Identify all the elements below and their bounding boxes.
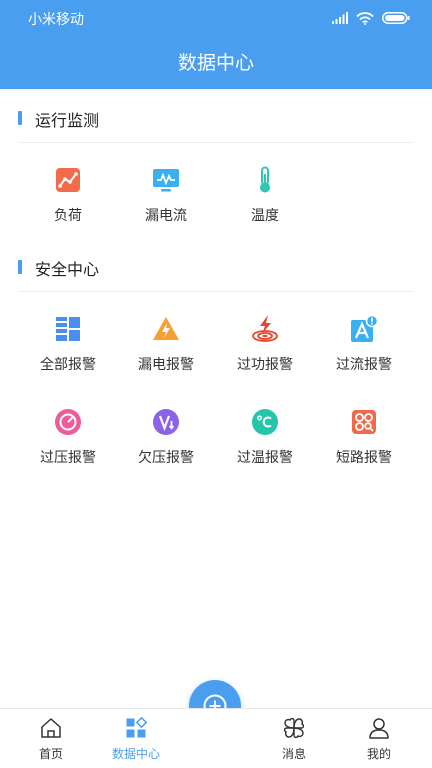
grid-item-overvoltage-alarm[interactable]: 过压报警 <box>18 408 118 478</box>
monitor-wave-icon <box>153 169 179 192</box>
grid-item-label: 欠压报警 <box>138 450 194 466</box>
section-header-safety: 安全中心 <box>18 246 414 292</box>
grid-item-label: 漏电报警 <box>138 357 194 373</box>
signal-icon <box>332 12 348 24</box>
tab-label: 首页 <box>38 747 63 761</box>
grid-item-undervoltage-alarm[interactable]: 欠压报警 <box>116 408 216 478</box>
data-center-icon <box>126 717 147 738</box>
app-header: 小米移动 数据中心 <box>0 0 432 89</box>
grid-item-overpower-alarm[interactable]: 过功报警 <box>215 315 315 385</box>
grid-item-label: 过温报警 <box>237 450 293 466</box>
thermometer-icon <box>260 166 270 193</box>
grid-item-all-alarms[interactable]: 全部报警 <box>18 315 118 385</box>
grid-item-overcurrent-alarm[interactable]: 过流报警 <box>314 315 414 385</box>
grid-item-label: 全部报警 <box>40 357 96 373</box>
battery-icon <box>382 12 410 24</box>
grid-item-temperature[interactable]: 温度 <box>215 166 315 236</box>
warning-triangle-icon <box>153 317 179 340</box>
section-title-monitoring: 运行监测 <box>35 111 100 130</box>
message-clover-icon <box>283 717 305 739</box>
grid-item-label: 负荷 <box>54 208 82 224</box>
grid-item-leakage-current[interactable]: 漏电流 <box>116 166 216 236</box>
grid-item-label: 过流报警 <box>336 357 392 373</box>
gauge-icon <box>55 409 81 435</box>
user-icon <box>369 718 389 739</box>
grid-item-leakage-alarm[interactable]: 漏电报警 <box>116 315 216 385</box>
lightning-target-icon <box>252 315 278 342</box>
tab-data-center[interactable]: 数据中心 <box>96 709 176 768</box>
celsius-icon <box>252 409 278 435</box>
tab-messages[interactable]: 消息 <box>254 709 334 768</box>
current-alert-icon <box>351 315 378 342</box>
section-header-monitoring: 运行监测 <box>18 97 414 143</box>
grid-item-label: 过压报警 <box>40 450 96 466</box>
home-icon <box>41 718 61 738</box>
grid-item-short-circuit-alarm[interactable]: 短路报警 <box>314 408 414 478</box>
short-circuit-icon <box>352 410 376 434</box>
page-title: 数据中心 <box>177 52 254 74</box>
grid-item-load[interactable]: 负荷 <box>18 166 118 236</box>
grid-item-label: 温度 <box>251 208 279 224</box>
section-title-safety: 安全中心 <box>35 260 100 279</box>
tab-me[interactable]: 我的 <box>339 709 419 768</box>
load-chart-icon <box>56 168 80 192</box>
bottom-tab-bar: 首页 数据中心 消息 我的 <box>0 708 432 768</box>
grid-item-overtemperature-alarm[interactable]: 过温报警 <box>215 408 315 478</box>
undervoltage-icon <box>153 409 179 435</box>
tab-home[interactable]: 首页 <box>11 709 91 768</box>
section-accent-bar <box>18 111 22 125</box>
carrier-name: 小米移动 <box>28 12 84 28</box>
grid-list-icon <box>56 317 80 341</box>
grid-item-label: 短路报警 <box>336 450 392 466</box>
status-bar: 小米移动 <box>0 0 432 36</box>
tab-label: 我的 <box>366 747 391 761</box>
wifi-icon <box>356 11 374 25</box>
status-icons <box>332 11 410 25</box>
section-accent-bar <box>18 260 22 274</box>
tab-label: 数据中心 <box>111 747 160 761</box>
grid-item-label: 过功报警 <box>237 357 293 373</box>
tab-label: 消息 <box>281 747 306 761</box>
grid-item-label: 漏电流 <box>145 208 187 224</box>
